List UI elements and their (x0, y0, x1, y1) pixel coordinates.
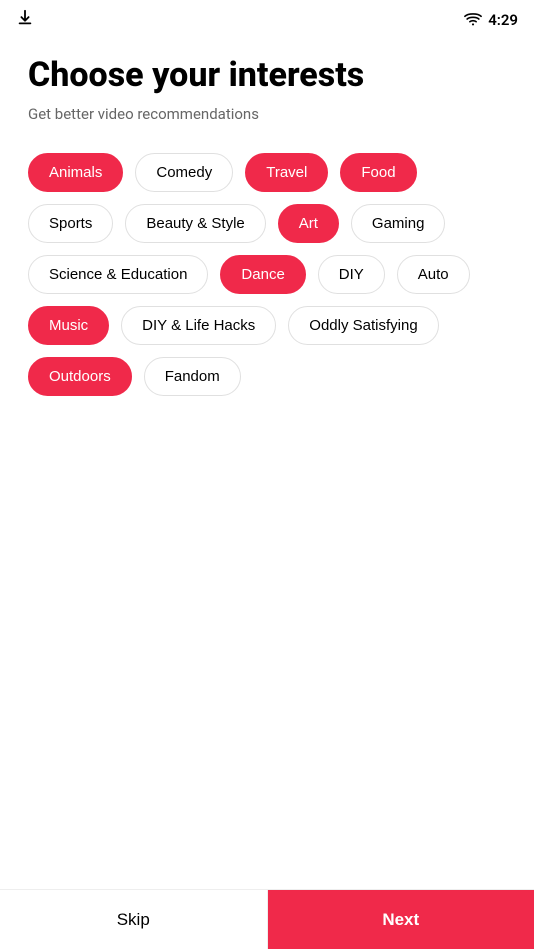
status-left (16, 9, 34, 31)
status-time: 4:29 (488, 11, 518, 29)
tag-outdoors[interactable]: Outdoors (28, 357, 132, 396)
skip-button[interactable]: Skip (0, 890, 268, 949)
tag-beauty-style[interactable]: Beauty & Style (125, 204, 265, 243)
bottom-bar: Skip Next (0, 889, 534, 949)
tag-sports[interactable]: Sports (28, 204, 113, 243)
page-subtitle: Get better video recommendations (28, 105, 506, 123)
tag-science-education[interactable]: Science & Education (28, 255, 208, 294)
tag-dance[interactable]: Dance (220, 255, 305, 294)
tag-diy[interactable]: DIY (318, 255, 385, 294)
tag-travel[interactable]: Travel (245, 153, 328, 192)
page-title: Choose your interests (28, 56, 506, 95)
tag-music[interactable]: Music (28, 306, 109, 345)
tag-diy-life-hacks[interactable]: DIY & Life Hacks (121, 306, 276, 345)
main-content: Choose your interests Get better video r… (0, 36, 534, 396)
tags-container: Animals Comedy Travel Food Sports Beauty & St… (28, 153, 506, 396)
download-icon (16, 9, 34, 31)
tag-fandom[interactable]: Fandom (144, 357, 241, 396)
status-bar: 4:29 (0, 0, 534, 36)
tag-food[interactable]: Food (340, 153, 416, 192)
tag-comedy[interactable]: Comedy (135, 153, 233, 192)
tag-auto[interactable]: Auto (397, 255, 470, 294)
status-right: 4:29 (464, 11, 518, 30)
tag-gaming[interactable]: Gaming (351, 204, 446, 243)
tag-oddly-satisfying[interactable]: Oddly Satisfying (288, 306, 438, 345)
tag-art[interactable]: Art (278, 204, 339, 243)
wifi-icon (464, 11, 482, 30)
next-button[interactable]: Next (268, 890, 534, 949)
tag-animals[interactable]: Animals (28, 153, 123, 192)
